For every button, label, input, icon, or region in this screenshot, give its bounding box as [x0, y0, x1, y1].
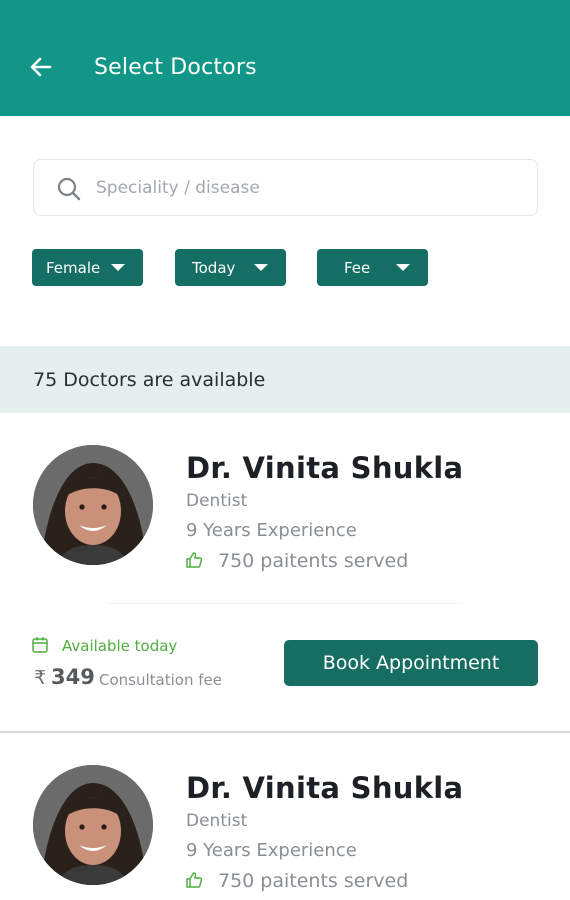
- doctor-card[interactable]: Dr. Vinita Shukla Dentist 9 Years Experi…: [0, 765, 570, 900]
- doctor-patients-served: 750 paitents served: [218, 550, 409, 572]
- card-separator: [0, 731, 570, 733]
- app-screen: Select Doctors Female Today Fee 75 Docto…: [0, 0, 570, 900]
- filter-gender-dropdown[interactable]: Female: [32, 249, 143, 286]
- doctor-name[interactable]: Dr. Vinita Shukla: [186, 451, 463, 485]
- search-icon: [57, 177, 81, 201]
- doctor-experience: 9 Years Experience: [186, 520, 357, 541]
- calendar-icon: [32, 637, 48, 653]
- doctor-photo: [33, 445, 153, 565]
- search-box[interactable]: [33, 159, 538, 216]
- caret-down-icon: [111, 264, 125, 271]
- search-input[interactable]: [96, 170, 516, 206]
- doctor-experience: 9 Years Experience: [186, 840, 357, 861]
- caret-down-icon: [396, 264, 410, 271]
- filter-label: Female: [46, 259, 101, 277]
- arrow-left-icon: [30, 57, 52, 77]
- doctor-avatar: [33, 445, 153, 565]
- doctor-photo: [33, 765, 153, 885]
- thumbs-up-icon: [186, 872, 203, 888]
- doctor-speciality: Dentist: [186, 491, 248, 511]
- results-count-text: 75 Doctors are available: [33, 369, 266, 391]
- thumbs-up-icon: [186, 552, 203, 568]
- doctor-card[interactable]: Dr. Vinita Shukla Dentist 9 Years Experi…: [0, 445, 570, 731]
- doctor-name[interactable]: Dr. Vinita Shukla: [186, 771, 463, 805]
- card-divider: [108, 603, 463, 604]
- book-appointment-button[interactable]: Book Appointment: [284, 640, 538, 686]
- caret-down-icon: [254, 264, 268, 271]
- doctor-speciality: Dentist: [186, 811, 248, 831]
- page-title: Select Doctors: [94, 55, 257, 80]
- doctor-patients-served: 750 paitents served: [218, 870, 409, 892]
- back-button[interactable]: [26, 52, 56, 82]
- consultation-price: 349: [51, 665, 95, 689]
- filter-fee-dropdown[interactable]: Fee: [317, 249, 428, 286]
- currency-symbol: ₹: [34, 667, 47, 689]
- consultation-fee-label: Consultation fee: [99, 671, 222, 689]
- app-header: Select Doctors: [0, 0, 570, 116]
- results-count-banner: 75 Doctors are available: [0, 346, 570, 413]
- availability-text: Available today: [62, 637, 178, 655]
- filter-day-dropdown[interactable]: Today: [175, 249, 286, 286]
- filter-label: Fee: [344, 259, 371, 277]
- filter-label: Today: [192, 259, 236, 277]
- doctor-avatar: [33, 765, 153, 885]
